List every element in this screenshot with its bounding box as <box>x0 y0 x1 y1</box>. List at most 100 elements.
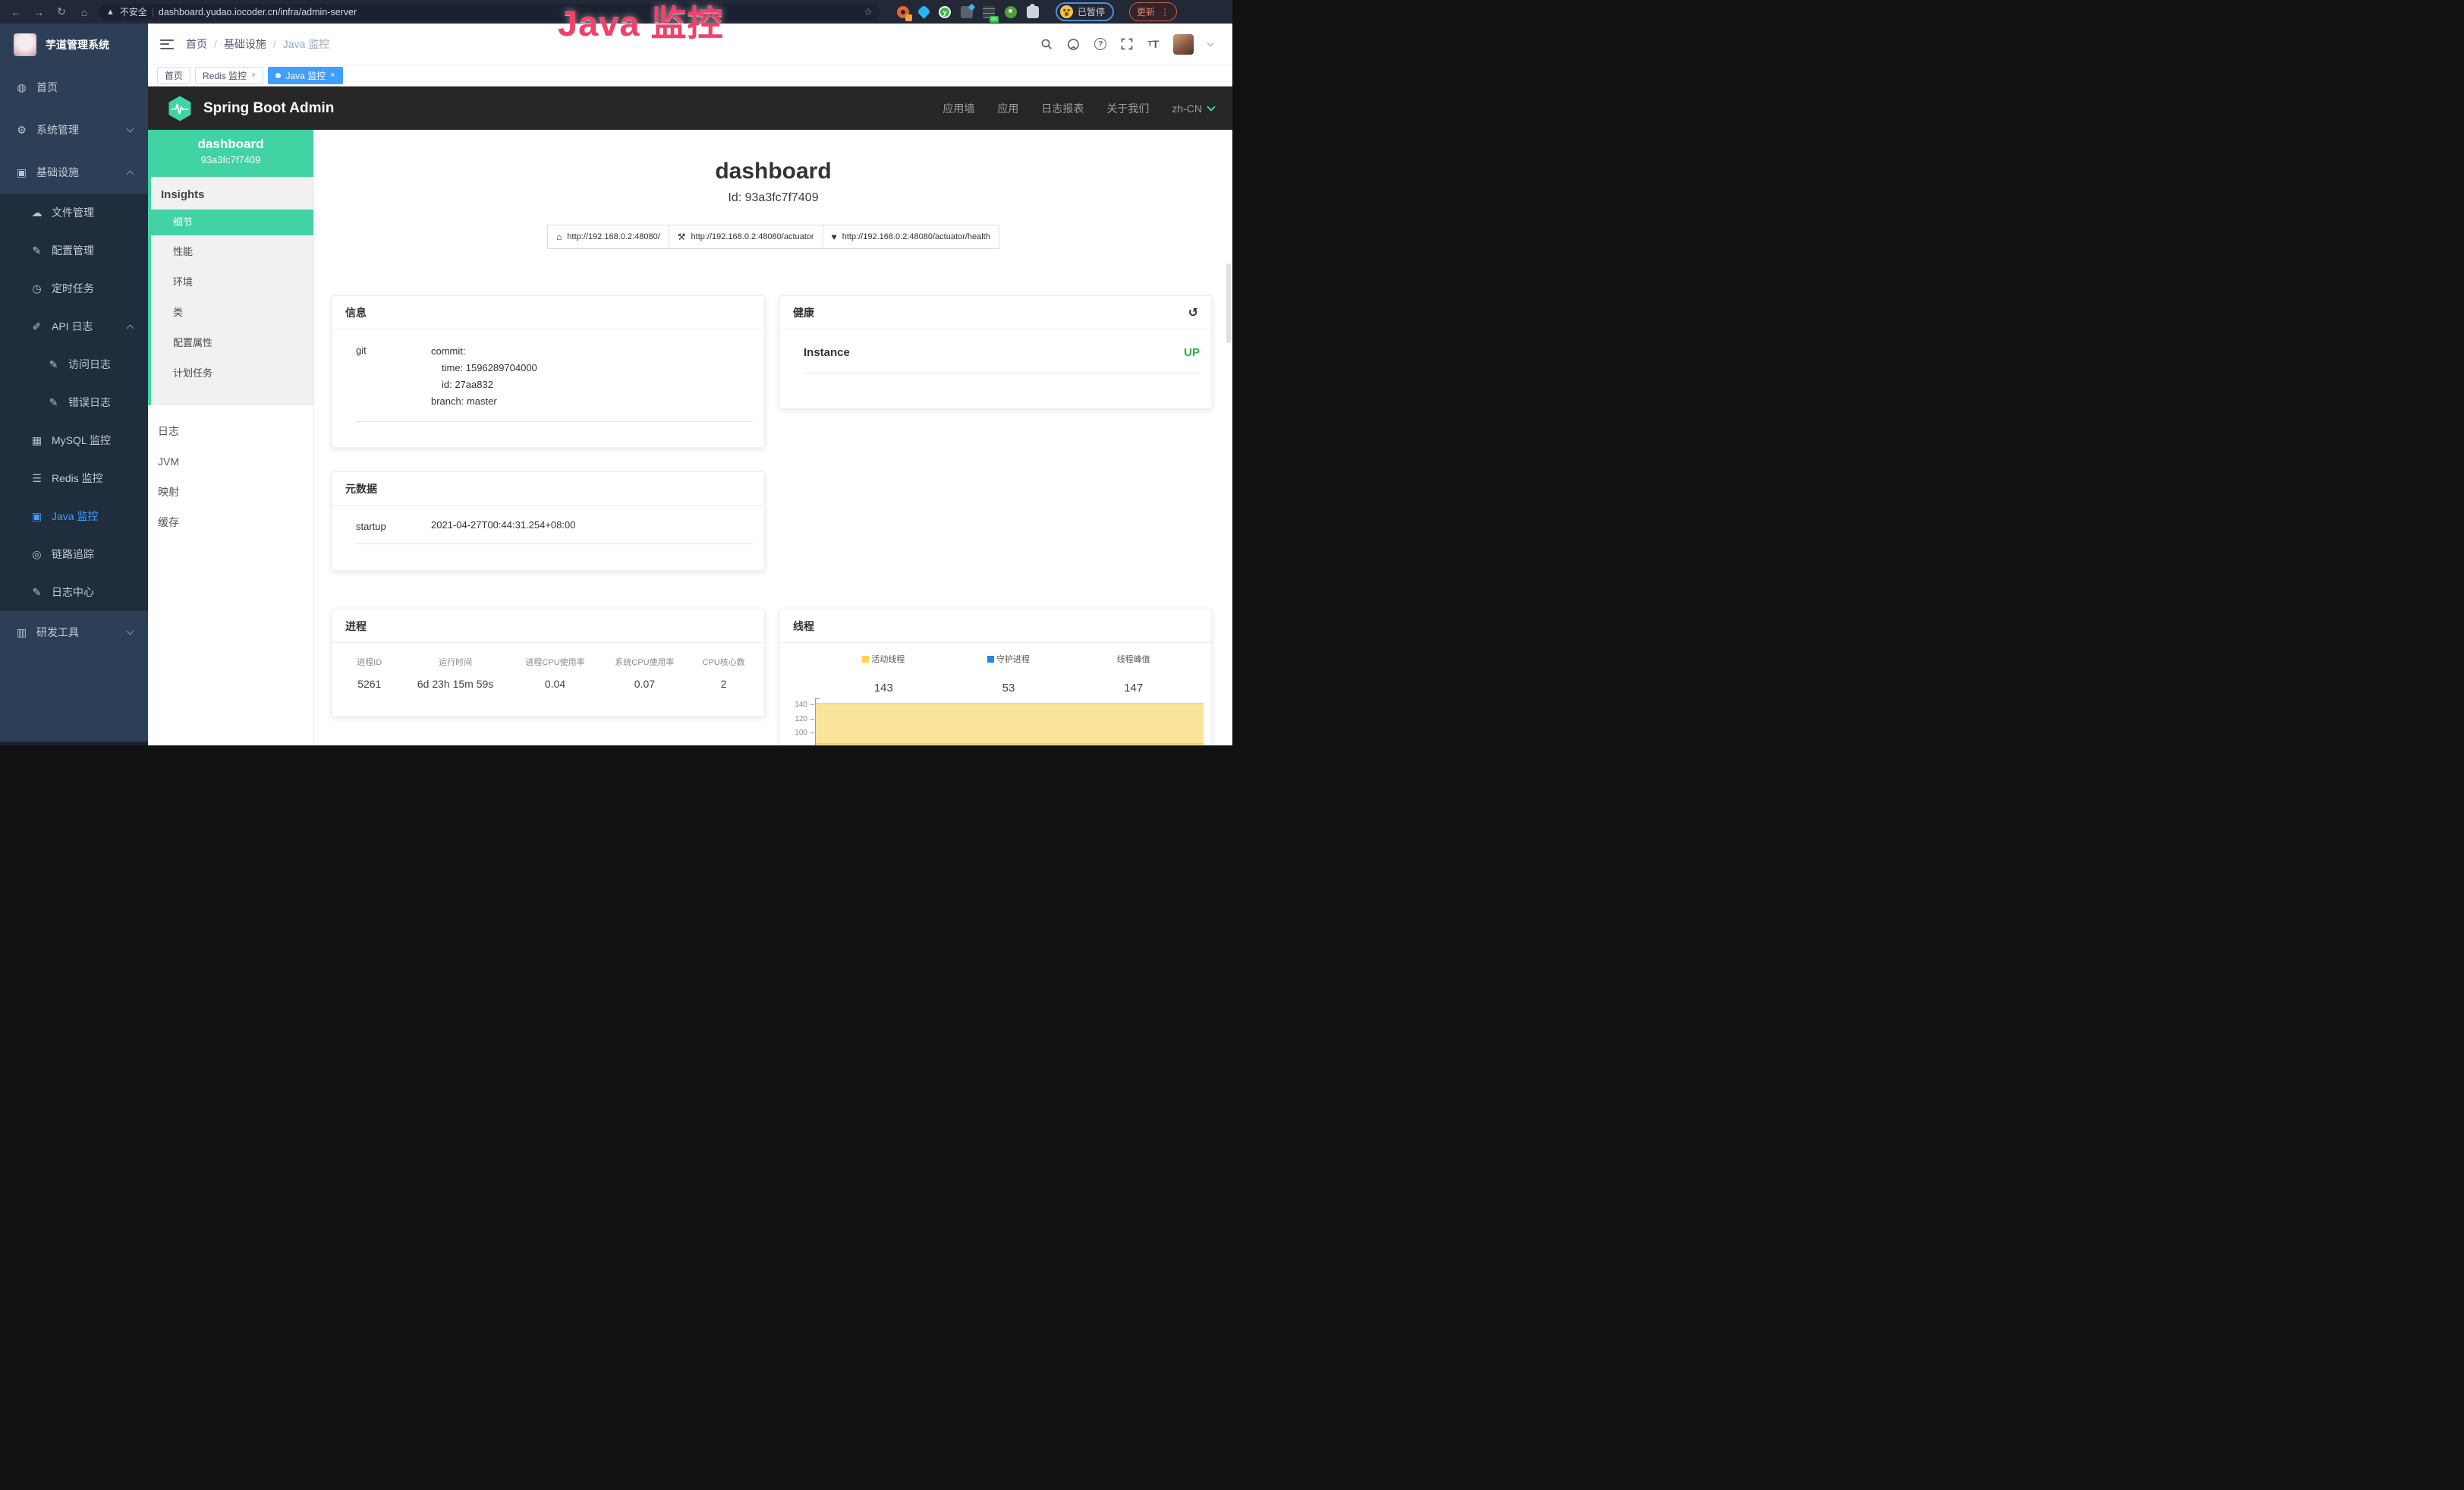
sidebar-item-config-management[interactable]: ✎ 配置管理 <box>0 232 148 269</box>
extension-y-icon[interactable]: y <box>939 6 951 18</box>
sba-link-caches[interactable]: 缓存 <box>148 507 313 537</box>
col-uptime: 运行时间 <box>401 656 511 668</box>
sba-item-metrics[interactable]: 性能 <box>151 237 313 267</box>
extension-proxy-icon[interactable]: on <box>983 6 995 18</box>
browser-reload-button[interactable]: ↻ <box>53 4 70 20</box>
health-url-chip[interactable]: ♥ http://192.168.0.2:48080/actuator/heal… <box>823 225 999 249</box>
profile-paused-label: 已暂停 <box>1078 5 1105 18</box>
sba-nav-about[interactable]: 关于我们 <box>1106 101 1149 116</box>
threads-chart: 140 120 100 <box>780 701 1211 745</box>
search-icon[interactable] <box>1040 38 1053 50</box>
tab-home[interactable]: 首页 <box>157 67 190 84</box>
threads-legend-labels: 活动线程 守护进程 线程峰值 <box>821 653 1196 665</box>
gear-icon: ⚙ <box>15 124 28 137</box>
address-bar[interactable]: ▲ 不安全 dashboard.yudao.iocoder.cn/infra/a… <box>99 4 880 20</box>
sba-item-scheduled[interactable]: 计划任务 <box>151 358 313 389</box>
legend-peak-threads: 线程峰值 <box>1071 653 1196 665</box>
breadcrumb-separator: / <box>214 38 217 50</box>
scrollbar-thumb[interactable] <box>1226 263 1231 343</box>
sba-links: 日志 JVM 映射 缓存 <box>148 405 313 537</box>
sidebar-item-api-logs[interactable]: ✐ API 日志 <box>0 307 148 345</box>
browser-menu-dots-icon[interactable]: ⋮ <box>1160 7 1169 17</box>
tab-java-monitor[interactable]: Java 监控 × <box>268 67 342 84</box>
config-icon: ✎ <box>30 244 43 257</box>
sidebar-item-infrastructure[interactable]: ▣ 基础设施 <box>0 151 148 194</box>
breadcrumb-current: Java 监控 <box>283 36 329 52</box>
app-logo-row[interactable]: 芋道管理系统 <box>0 24 148 66</box>
sidebar-item-log-center[interactable]: ✎ 日志中心 <box>0 573 148 611</box>
breadcrumb-infrastructure[interactable]: 基础设施 <box>224 36 266 52</box>
sba-item-environment[interactable]: 环境 <box>151 267 313 298</box>
live-threads-value: 143 <box>821 682 946 695</box>
instance-id-line: Id: 93a3fc7f7409 <box>314 191 1232 205</box>
git-branch-line: branch: master <box>431 393 753 410</box>
sidebar-item-mysql-monitor[interactable]: ▦ MySQL 监控 <box>0 421 148 459</box>
api-log-icon: ✐ <box>30 320 43 333</box>
sba-nav-wallboard[interactable]: 应用墙 <box>942 101 974 116</box>
val-cpus: 2 <box>689 678 758 690</box>
extensions-puzzle-icon[interactable] <box>1027 6 1039 18</box>
y-tickmark <box>810 704 814 705</box>
schedule-icon: ◷ <box>30 282 43 295</box>
access-log-icon: ✎ <box>47 358 60 371</box>
spring-boot-admin-logo-icon <box>166 95 194 122</box>
close-icon[interactable]: × <box>251 71 256 80</box>
sba-link-logs[interactable]: 日志 <box>148 416 313 446</box>
extension-grid-icon[interactable] <box>961 6 973 18</box>
bookmark-star-icon[interactable]: ☆ <box>864 6 873 18</box>
github-icon[interactable] <box>1067 38 1080 51</box>
health-card: 健康 ↺ Instance UP <box>779 295 1212 409</box>
sidebar-collapse-icon[interactable] <box>160 39 174 49</box>
sba-link-jvm[interactable]: JVM <box>148 446 313 477</box>
help-icon[interactable]: ? <box>1094 38 1106 50</box>
browser-forward-button[interactable]: → <box>30 4 47 20</box>
sba-nav-journal[interactable]: 日志报表 <box>1041 101 1084 116</box>
sba-link-mappings[interactable]: 映射 <box>148 477 313 507</box>
close-icon[interactable]: × <box>330 71 335 80</box>
sidebar-item-file-management[interactable]: ☁ 文件管理 <box>0 194 148 232</box>
sba-language-select[interactable]: zh-CN <box>1172 102 1214 115</box>
col-system-cpu: 系统CPU使用率 <box>599 656 689 668</box>
legend-daemon-threads: 守护进程 <box>946 653 1072 665</box>
sba-nav-applications[interactable]: 应用 <box>997 101 1018 116</box>
tab-redis-monitor[interactable]: Redis 监控 × <box>195 67 263 84</box>
sba-item-classes[interactable]: 类 <box>151 298 313 328</box>
extension-eyedropper-icon[interactable] <box>897 6 909 18</box>
sba-brand-title[interactable]: Spring Boot Admin <box>203 100 334 117</box>
extensions-area: y on <box>897 6 1039 18</box>
user-avatar[interactable] <box>1173 34 1194 55</box>
fullscreen-icon[interactable] <box>1121 38 1133 50</box>
sba-instance-block[interactable]: dashboard 93a3fc7f7409 <box>148 130 313 177</box>
not-secure-label: 不安全 <box>120 5 147 18</box>
browser-back-button[interactable]: ← <box>8 4 24 20</box>
browser-update-button[interactable]: 更新 ⋮ <box>1129 2 1177 21</box>
service-url-chip[interactable]: ⌂ http://192.168.0.2:48080/ <box>547 225 669 249</box>
sidebar-item-home[interactable]: ◍ 首页 <box>0 66 148 109</box>
sidebar-item-java-monitor[interactable]: ▣ Java 监控 <box>0 497 148 535</box>
extension-marker-icon[interactable] <box>1005 6 1017 18</box>
breadcrumb-separator: / <box>273 38 276 50</box>
sba-item-details[interactable]: 细节 <box>151 209 313 235</box>
font-size-icon[interactable]: TT <box>1147 38 1159 50</box>
history-icon[interactable]: ↺ <box>1188 305 1198 320</box>
sidebar-item-devtools[interactable]: ▥ 研发工具 <box>0 611 148 654</box>
sba-item-config-props[interactable]: 配置属性 <box>151 328 313 358</box>
sidebar-item-system[interactable]: ⚙ 系统管理 <box>0 109 148 151</box>
redis-icon: ☰ <box>30 472 43 485</box>
browser-home-button[interactable]: ⌂ <box>76 4 93 20</box>
y-tickmark <box>810 719 814 720</box>
user-menu-caret-icon[interactable] <box>1207 39 1213 46</box>
breadcrumb-home[interactable]: 首页 <box>186 36 207 52</box>
sidebar-item-access-logs[interactable]: ✎ 访问日志 <box>0 345 148 383</box>
infrastructure-icon: ▣ <box>15 166 28 179</box>
sidebar-item-error-logs[interactable]: ✎ 错误日志 <box>0 383 148 421</box>
sidebar-item-scheduled-tasks[interactable]: ◷ 定时任务 <box>0 269 148 307</box>
profile-paused-badge[interactable]: 已暂停 <box>1056 2 1114 21</box>
actuator-url-chip[interactable]: ⚒ http://192.168.0.2:48080/actuator <box>669 225 823 249</box>
app-title: 芋道管理系统 <box>46 37 109 52</box>
extension-pin-icon[interactable] <box>917 5 930 18</box>
process-table-values: 5261 6d 23h 15m 59s 0.04 0.07 2 <box>332 678 764 690</box>
sidebar-item-redis-monitor[interactable]: ☰ Redis 监控 <box>0 459 148 497</box>
area-inner-line <box>816 743 1204 745</box>
sidebar-item-tracing[interactable]: ◎ 链路追踪 <box>0 535 148 573</box>
